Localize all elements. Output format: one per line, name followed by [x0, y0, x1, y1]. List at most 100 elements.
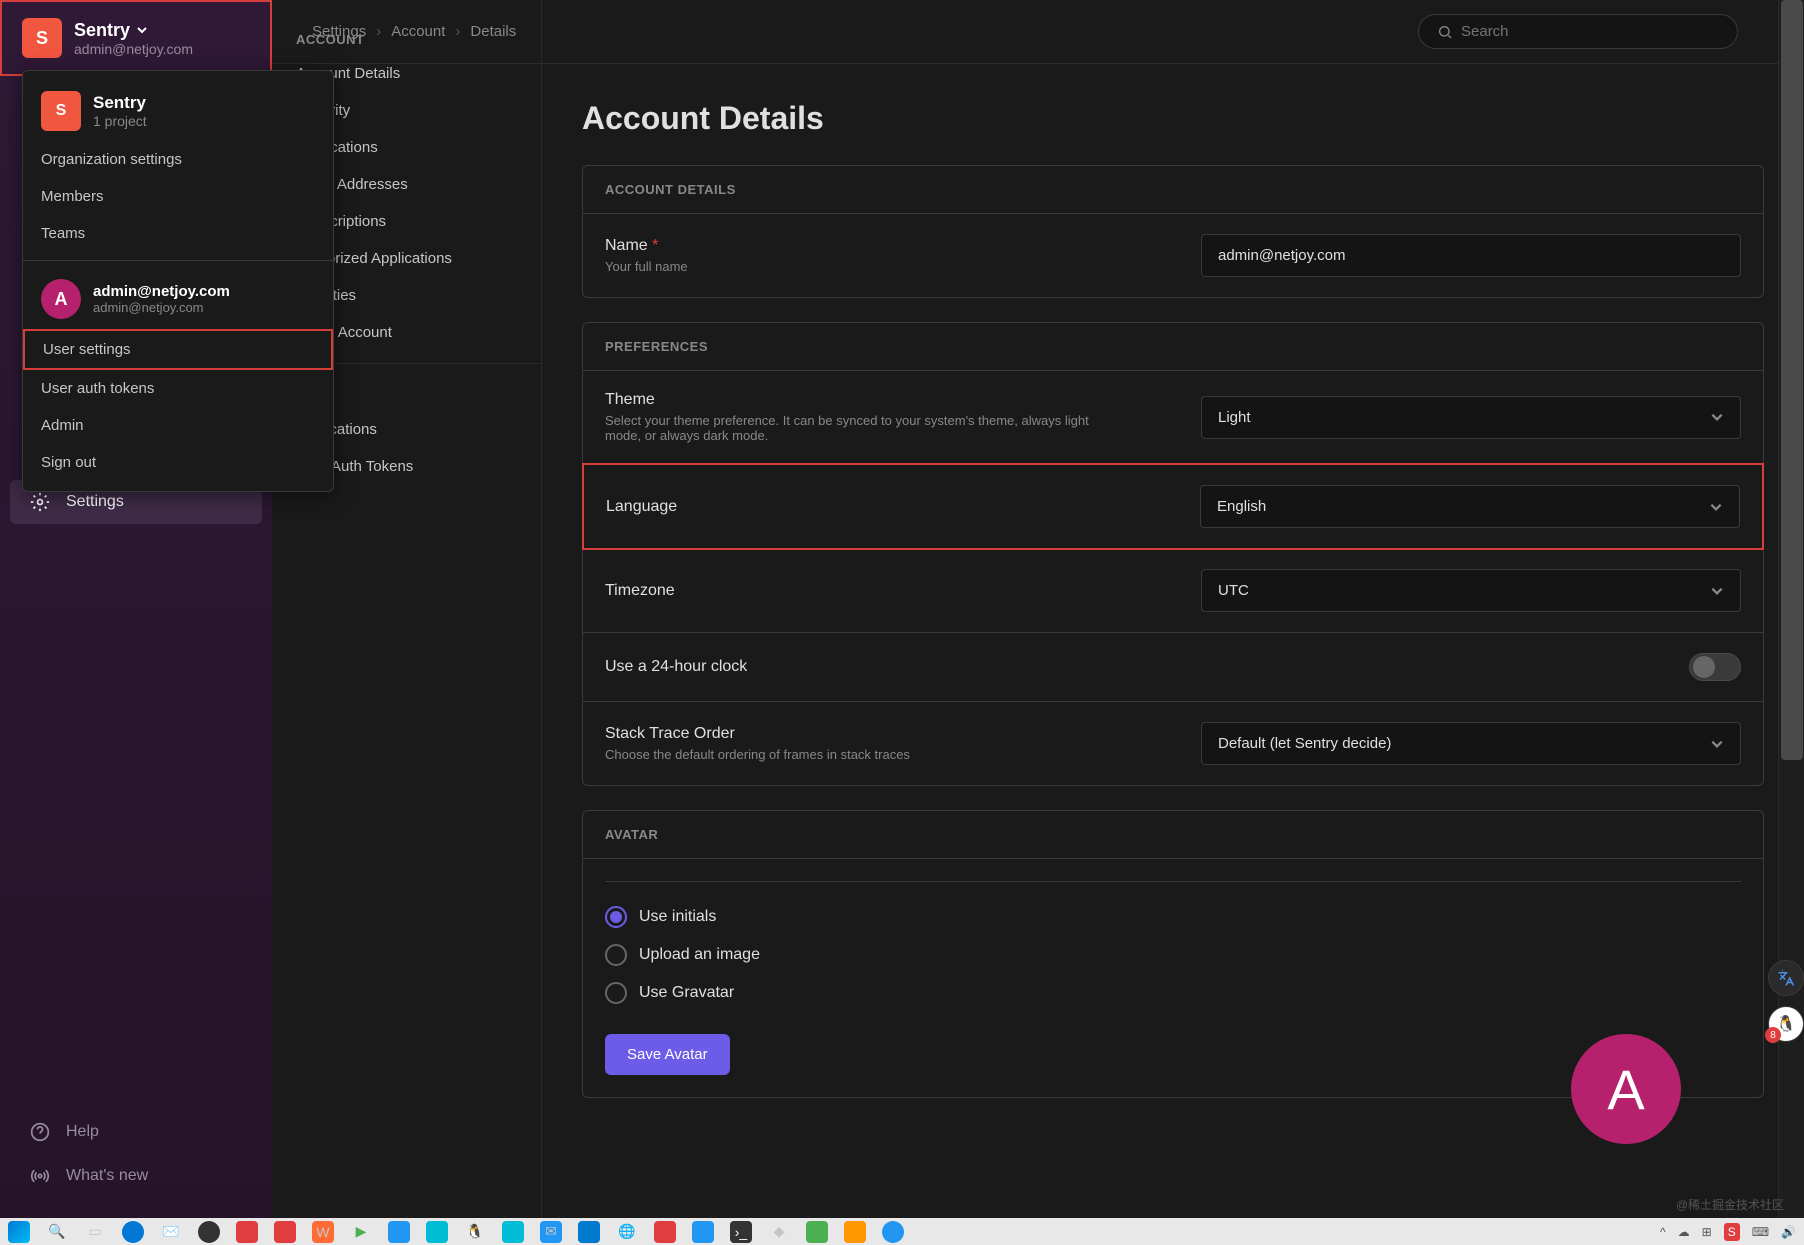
tray-chevron-icon[interactable]: ^ — [1660, 1225, 1666, 1239]
terminal-icon[interactable]: ›_ — [730, 1221, 752, 1243]
tray-volume-icon[interactable]: 🔊 — [1781, 1225, 1796, 1239]
topbar: Settings › Account › Details — [272, 0, 1778, 64]
app-icon[interactable] — [198, 1221, 220, 1243]
app-icon[interactable] — [844, 1221, 866, 1243]
clock-label: Use a 24-hour clock — [605, 658, 1689, 676]
dropdown-item-sign-out[interactable]: Sign out — [23, 444, 333, 481]
app-icon[interactable] — [692, 1221, 714, 1243]
dropdown-org-header[interactable]: S Sentry 1 project — [23, 81, 333, 141]
dropdown-item-admin[interactable]: Admin — [23, 407, 333, 444]
tray-cloud-icon[interactable]: ☁ — [1678, 1225, 1690, 1239]
gear-icon — [30, 492, 50, 512]
app-icon[interactable]: ✉ — [540, 1221, 562, 1243]
app-icon[interactable] — [502, 1221, 524, 1243]
panel-header: AVATAR — [583, 811, 1763, 859]
start-button[interactable] — [8, 1221, 30, 1243]
tray-icon[interactable]: ⊞ — [1702, 1225, 1712, 1239]
app-icon[interactable]: ▶ — [350, 1221, 372, 1243]
dropdown-org-sub: 1 project — [93, 113, 147, 129]
org-dropdown: S Sentry 1 project Organization settings… — [22, 70, 334, 492]
name-input[interactable] — [1201, 234, 1741, 277]
panel-preferences: PREFERENCES Theme Select your theme pref… — [582, 322, 1764, 786]
chevron-down-icon — [136, 24, 148, 36]
search-input[interactable] — [1461, 23, 1719, 40]
app-icon[interactable] — [236, 1221, 258, 1243]
radio-use-gravatar[interactable]: Use Gravatar — [605, 982, 1741, 1004]
radio-icon — [605, 944, 627, 966]
dropdown-item-user-settings[interactable]: User settings — [23, 329, 333, 370]
watermark: @稀土掘金技术社区 — [1676, 1196, 1784, 1213]
timezone-label: Timezone — [605, 582, 1201, 600]
task-view-button[interactable]: ▭ — [84, 1221, 106, 1243]
dropdown-item-members[interactable]: Members — [23, 178, 333, 215]
theme-desc: Select your theme preference. It can be … — [605, 413, 1105, 443]
radio-label: Upload an image — [639, 946, 760, 964]
page-title: Account Details — [582, 100, 1764, 137]
theme-label: Theme — [605, 391, 1201, 409]
dropdown-item-user-auth-tokens[interactable]: User auth tokens — [23, 370, 333, 407]
chevron-down-icon — [1710, 584, 1724, 598]
dropdown-user-name: admin@netjoy.com — [93, 283, 230, 300]
app-icon[interactable]: W — [312, 1221, 334, 1243]
save-avatar-button[interactable]: Save Avatar — [605, 1034, 730, 1075]
radio-label: Use initials — [639, 908, 716, 926]
theme-select[interactable]: Light — [1201, 396, 1741, 439]
radio-use-initials[interactable]: Use initials — [605, 906, 1741, 928]
breadcrumb: Settings › Account › Details — [272, 23, 516, 40]
app-icon[interactable] — [806, 1221, 828, 1243]
language-label: Language — [606, 498, 1200, 516]
search-icon — [1437, 24, 1453, 40]
breadcrumb-settings[interactable]: Settings — [312, 23, 366, 40]
app-icon[interactable] — [388, 1221, 410, 1243]
sidebar-item-help[interactable]: Help — [0, 1110, 272, 1154]
taskbar: 🔍 ▭ ✉️ W ▶ 🐧 ✉ 🌐 ›_ ◆ ^ ☁ ⊞ S ⌨ 🔊 — [0, 1218, 1804, 1245]
app-icon[interactable] — [882, 1221, 904, 1243]
edge-icon[interactable] — [122, 1221, 144, 1243]
breadcrumb-account[interactable]: Account — [391, 23, 445, 40]
timezone-value: UTC — [1218, 582, 1249, 599]
app-icon[interactable]: ◆ — [768, 1221, 790, 1243]
chevron-down-icon — [1710, 410, 1724, 424]
tray-keyboard-icon[interactable]: ⌨ — [1752, 1225, 1769, 1239]
chevron-right-icon: › — [376, 23, 381, 40]
scrollbar-thumb[interactable] — [1781, 0, 1803, 760]
tray-ime-icon[interactable]: S — [1724, 1223, 1740, 1241]
radio-upload-image[interactable]: Upload an image — [605, 944, 1741, 966]
user-avatar-icon: A — [41, 279, 81, 319]
search-button[interactable]: 🔍 — [46, 1221, 68, 1243]
org-badge-icon: S — [41, 91, 81, 131]
app-icon[interactable] — [654, 1221, 676, 1243]
org-badge: S — [22, 18, 62, 58]
badge-count: 8 — [1765, 1027, 1781, 1043]
stack-select[interactable]: Default (let Sentry decide) — [1201, 722, 1741, 765]
broadcast-icon — [30, 1166, 50, 1186]
vscode-icon[interactable] — [578, 1221, 600, 1243]
panel-account-details: ACCOUNT DETAILS Name * Your full name — [582, 165, 1764, 298]
avatar-preview: A — [1571, 1034, 1681, 1144]
radio-icon — [605, 906, 627, 928]
dropdown-user-header[interactable]: A admin@netjoy.com admin@netjoy.com — [23, 269, 333, 329]
dropdown-org-name: Sentry — [93, 93, 147, 113]
dropdown-item-org-settings[interactable]: Organization settings — [23, 141, 333, 178]
app-icon[interactable]: 🐧 — [464, 1221, 486, 1243]
timezone-select[interactable]: UTC — [1201, 569, 1741, 612]
language-select[interactable]: English — [1200, 485, 1740, 528]
sidebar-item-whats-new[interactable]: What's new — [0, 1154, 272, 1198]
app-icon[interactable] — [426, 1221, 448, 1243]
org-switcher[interactable]: S Sentry admin@netjoy.com — [0, 0, 272, 76]
mail-icon[interactable]: ✉️ — [160, 1221, 182, 1243]
clock-toggle[interactable] — [1689, 653, 1741, 681]
chevron-down-icon — [1709, 500, 1723, 514]
chevron-right-icon: › — [455, 23, 460, 40]
app-icon[interactable] — [274, 1221, 296, 1243]
sidebar-item-label: Settings — [66, 493, 124, 511]
sidebar-item-label: What's new — [66, 1167, 148, 1185]
language-value: English — [1217, 498, 1266, 515]
dropdown-item-teams[interactable]: Teams — [23, 215, 333, 252]
assistant-badge[interactable]: 🐧 8 — [1768, 1006, 1804, 1042]
stack-value: Default (let Sentry decide) — [1218, 735, 1391, 752]
search-box[interactable] — [1418, 14, 1738, 49]
chrome-icon[interactable]: 🌐 — [616, 1221, 638, 1243]
translate-badge[interactable] — [1768, 960, 1804, 996]
dropdown-user-sub: admin@netjoy.com — [93, 300, 230, 315]
